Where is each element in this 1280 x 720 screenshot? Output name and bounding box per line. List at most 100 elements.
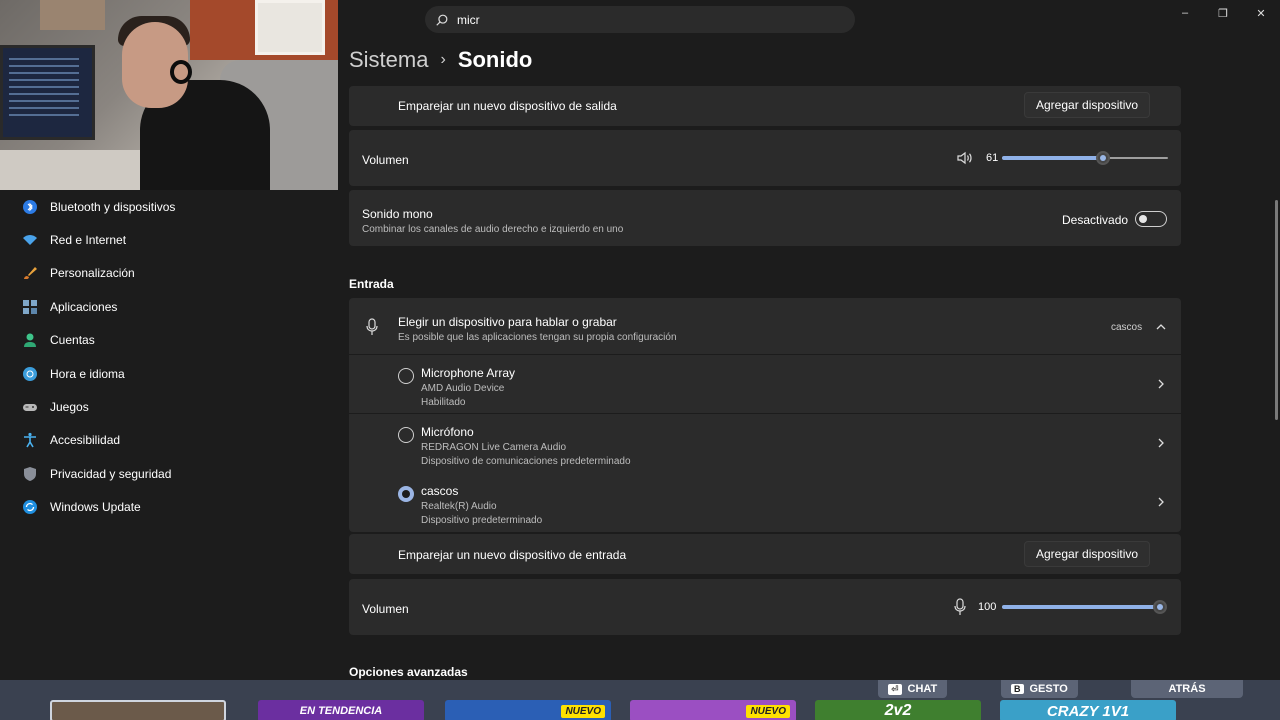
breadcrumb: Sistema › Sonido [349,47,532,73]
input-device-label: Elegir un dispositivo para hablar o grab… [398,315,617,329]
webcam-overlay [0,0,338,190]
mono-audio-description: Combinar los canales de audio derecho e … [362,224,624,235]
output-pair-card: Emparejar un nuevo dispositivo de salida… [349,86,1181,126]
device-status: Habilitado [421,397,466,408]
account-icon [22,332,38,348]
chat-button[interactable]: ⏎ CHAT [878,680,948,698]
page-title: Sonido [457,47,533,72]
sidebar-item-time-language[interactable]: Hora e idioma [0,357,338,390]
sidebar-item-bluetooth[interactable]: Bluetooth y dispositivos [0,190,338,223]
crazy-label: CRAZY 1V1 [1046,702,1130,720]
sidebar-item-apps[interactable]: Aplicaciones [0,290,338,323]
input-volume-card: Volumen 100 [349,579,1181,635]
new-badge: NUEVO [746,704,790,718]
input-device-option[interactable]: cascos Realtek(R) Audio Dispositivo pred… [349,473,1181,531]
add-output-device-button[interactable]: Agregar dispositivo [1024,92,1151,118]
search-box[interactable] [425,6,855,33]
sidebar-item-personalization[interactable]: Personalización [0,257,338,290]
sidebar-item-label: Aplicaciones [50,299,118,314]
mono-audio-text: Sonido mono Combinar los canales de audi… [362,207,623,235]
device-name: cascos [421,484,459,498]
new-badge: NUEVO [561,704,605,718]
sidebar-item-label: Privacidad y seguridad [50,466,172,481]
slider-thumb[interactable] [1153,600,1167,614]
device-text: Micrófono REDRAGON Live Camera Audio Dis… [421,425,631,467]
window-controls: – ❐ ✕ [1166,0,1280,26]
minimize-button[interactable]: – [1166,0,1204,26]
mono-audio-state: Desactivado [1062,213,1129,227]
device-radio[interactable] [398,427,414,443]
chat-label: CHAT [907,683,938,695]
chevron-right-icon[interactable] [1156,379,1166,389]
mono-audio-toggle[interactable] [1135,211,1167,227]
microphone-icon [366,318,378,335]
speaker-icon[interactable] [957,151,973,165]
maximize-button[interactable]: ❐ [1204,0,1242,26]
sidebar-item-label: Red e Internet [50,233,127,248]
chevron-right-icon[interactable] [1156,438,1166,448]
mode-label: 2v2 [884,702,912,719]
chevron-right-icon: › [440,51,446,68]
microphone-icon[interactable] [954,598,966,616]
add-input-device-button[interactable]: Agregar dispositivo [1024,541,1151,567]
input-device-description: Es posible que las aplicaciones tengan s… [398,332,677,343]
new-tile[interactable]: NUEVO [445,700,611,720]
globe-clock-icon [22,366,38,382]
mono-audio-card: Sonido mono Combinar los canales de audi… [349,190,1181,246]
output-volume-slider[interactable] [1002,150,1168,166]
device-radio-selected[interactable] [398,486,414,502]
search-input[interactable] [457,12,837,27]
input-device-option[interactable]: Micrófono REDRAGON Live Camera Audio Dis… [349,414,1181,472]
input-section-title: Entrada [349,277,394,291]
sidebar-item-accounts[interactable]: Cuentas [0,324,338,357]
input-device-option[interactable]: Microphone Array AMD Audio Device Habili… [349,355,1181,413]
input-pair-card: Emparejar un nuevo dispositivo de entrad… [349,534,1181,574]
chevron-right-icon[interactable] [1156,497,1166,507]
device-driver: REDRAGON Live Camera Audio [421,442,567,453]
brush-icon [22,265,38,281]
back-button[interactable]: ATRÁS [1131,680,1243,698]
input-volume-value: 100 [978,601,997,613]
enter-key-icon: ⏎ [888,683,902,695]
gesture-button[interactable]: B GESTO [1001,680,1078,698]
update-icon [22,499,38,515]
slider-thumb[interactable] [1096,151,1111,165]
sidebar-item-privacy[interactable]: Privacidad y seguridad [0,457,338,490]
device-driver: Realtek(R) Audio [421,501,497,512]
input-device-header[interactable]: Elegir un dispositivo para hablar o grab… [349,298,1181,354]
mode-tile[interactable]: 2v2 [815,700,981,720]
input-volume-label: Volumen [362,602,409,616]
sidebar-item-windows-update[interactable]: Windows Update [0,491,338,524]
trending-label: EN TENDENCIA [299,705,383,717]
sidebar-item-label: Bluetooth y dispositivos [50,199,176,214]
sidebar-item-gaming[interactable]: Juegos [0,390,338,423]
bluetooth-icon [22,199,38,215]
game-tile[interactable] [50,700,226,720]
back-label: ATRÁS [1168,683,1206,695]
input-device-text: Elegir un dispositivo para hablar o grab… [398,315,677,343]
output-volume-label: Volumen [362,153,409,167]
chevron-up-icon[interactable] [1156,322,1166,332]
shield-icon [22,466,38,482]
sidebar: Bluetooth y dispositivos Red e Internet … [0,190,338,524]
game-overlay-bar: ⏎ CHAT B GESTO ATRÁS EN TENDENCIA NUEVO NU… [0,680,1280,720]
input-pair-label: Emparejar un nuevo dispositivo de entrad… [398,548,627,562]
gesture-label: GESTO [1029,683,1068,695]
device-status: Dispositivo predeterminado [421,515,543,526]
breadcrumb-parent[interactable]: Sistema [349,47,428,73]
sidebar-item-label: Accesibilidad [50,433,121,448]
sidebar-item-network[interactable]: Red e Internet [0,223,338,256]
input-volume-slider[interactable] [1002,599,1167,615]
device-radio[interactable] [398,368,414,384]
sidebar-item-label: Windows Update [50,500,141,515]
crazy-tile[interactable]: CRAZY 1V1 [1000,700,1176,720]
settings-window: – ❐ ✕ Sistema › Sonido Bluetooth y dispo… [0,0,1280,720]
close-button[interactable]: ✕ [1242,0,1280,26]
sidebar-item-label: Cuentas [50,333,95,348]
sidebar-item-label: Juegos [50,400,89,415]
new-tile[interactable]: NUEVO [630,700,796,720]
sidebar-item-accessibility[interactable]: Accesibilidad [0,424,338,457]
trending-tile[interactable]: EN TENDENCIA [258,700,424,720]
scrollbar[interactable] [1275,200,1278,420]
output-volume-card: Volumen 61 [349,130,1181,186]
